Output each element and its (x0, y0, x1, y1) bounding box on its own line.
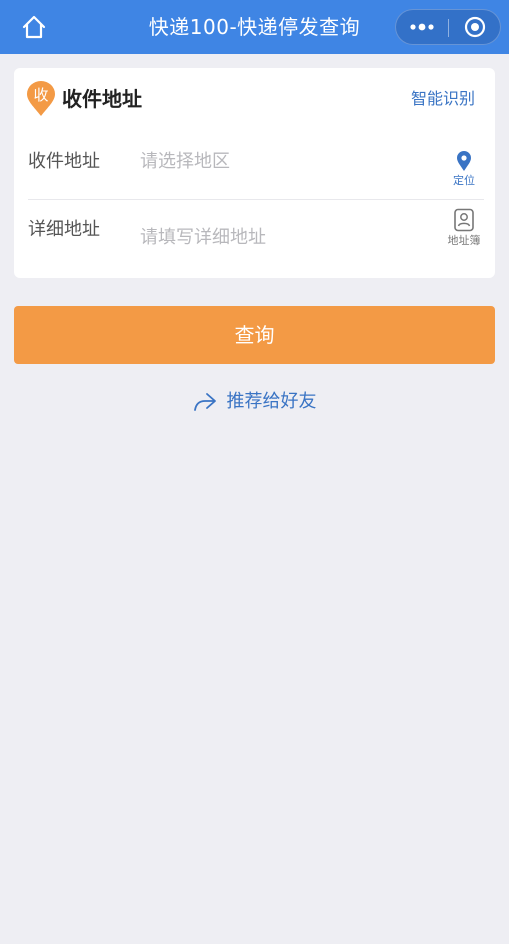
mini-program-capsule (395, 9, 501, 45)
region-select[interactable]: 请选择地区 (140, 150, 440, 174)
region-label: 收件地址 (28, 151, 100, 172)
target-close-icon (464, 16, 486, 38)
query-button[interactable]: 查询 (14, 306, 495, 364)
region-row[interactable]: 收件地址 请选择地区 定位 (28, 136, 484, 200)
address-book-button[interactable]: 地址簿 (444, 208, 484, 248)
locate-button[interactable]: 定位 (444, 150, 484, 190)
share-to-friend[interactable]: 推荐给好友 (0, 388, 509, 416)
location-pin-icon (457, 151, 471, 171)
more-dots-icon (410, 23, 434, 31)
share-label: 推荐给好友 (226, 391, 317, 412)
card-header: 收 收件地址 智能识别 (14, 68, 495, 132)
badge-text: 收 (33, 86, 49, 104)
address-book-label: 地址簿 (447, 234, 481, 247)
detail-row[interactable]: 详细地址 请填写详细地址 地址簿 (28, 206, 484, 270)
share-arrow-icon (193, 393, 216, 411)
card-title: 收件地址 (62, 87, 142, 111)
detail-label: 详细地址 (28, 219, 100, 240)
address-card: 收 收件地址 智能识别 收件地址 请选择地区 定位 详细地址 请填写详细地址 地… (14, 68, 495, 278)
locate-label: 定位 (453, 174, 475, 187)
detail-address-input[interactable]: 请填写详细地址 (140, 226, 440, 250)
address-book-icon (454, 208, 474, 232)
navigation-bar: 快递100-快递停发查询 (0, 0, 509, 54)
smart-recognize-link[interactable]: 智能识别 (411, 89, 475, 109)
receive-badge: 收 (26, 81, 56, 117)
close-button[interactable] (449, 10, 501, 44)
more-button[interactable] (396, 10, 448, 44)
